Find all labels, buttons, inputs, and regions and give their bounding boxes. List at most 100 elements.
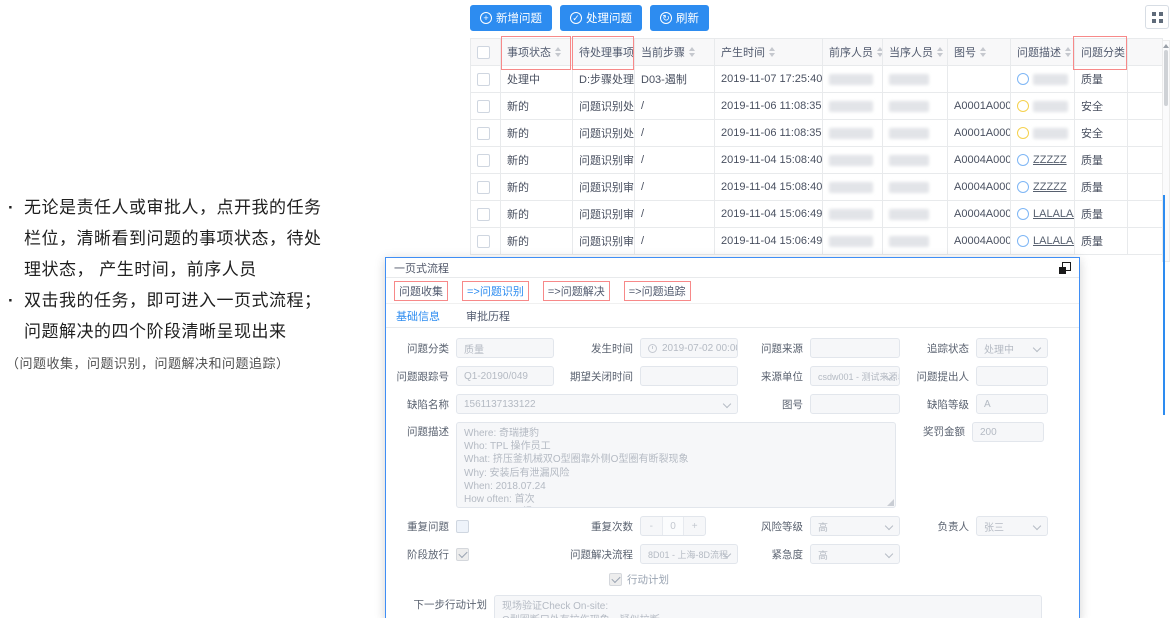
row-checkbox[interactable] xyxy=(477,235,490,248)
note-line: 栏位，清晰看到问题的事项状态，待处 xyxy=(24,223,396,254)
table-row[interactable]: 新的 问题识别审核 / 2019-11-04 15:06:49 A0004A00… xyxy=(471,201,1163,228)
row-checkbox[interactable] xyxy=(477,100,490,113)
desc-link[interactable]: ZZZZZ xyxy=(1033,181,1067,193)
desc-link[interactable]: LALALAAL xyxy=(1033,235,1075,247)
source-unit-select[interactable]: csdw001 - 测试来源单位1 xyxy=(810,366,900,386)
owner-select[interactable]: 张三 xyxy=(976,516,1048,536)
category-cell: 质量 xyxy=(1075,147,1128,174)
table-row[interactable]: 新的 问题识别审核 / 2019-11-04 15:08:40 A0004A00… xyxy=(471,174,1163,201)
sort-icon[interactable] xyxy=(1065,47,1071,57)
problem-desc-cell xyxy=(1011,93,1075,120)
prev-person-cell xyxy=(823,147,883,174)
current-person-cell xyxy=(883,66,948,93)
action-plan-checkbox[interactable] xyxy=(609,573,622,586)
pending-type-cell: 问题识别处理 xyxy=(573,93,635,120)
occur-time-field[interactable]: 2019-07-02 00:00 xyxy=(640,338,738,358)
problem-desc-cell: LALALAAL xyxy=(1011,201,1075,228)
stepper-minus-icon[interactable]: - xyxy=(641,517,662,535)
sort-icon[interactable] xyxy=(689,47,695,57)
select-all-checkbox[interactable] xyxy=(477,46,490,59)
column-header-current-person[interactable]: 当序人员 xyxy=(883,39,948,66)
table-row[interactable]: 新的 问题识别处理 / 2019-11-06 11:08:35 A0001A00… xyxy=(471,120,1163,147)
current-step-cell: / xyxy=(635,93,715,120)
row-checkbox[interactable] xyxy=(477,154,490,167)
subtab-basic-info[interactable]: 基础信息 xyxy=(396,308,440,324)
task-table: 事项状态 待处理事项类.. 当前步骤 产生时间 前序人员 当序人员 图号 问题描… xyxy=(470,38,1163,255)
risk-level-select[interactable]: 高 xyxy=(810,516,900,536)
track-no-field[interactable]: Q1-20190/049 xyxy=(456,366,554,386)
sort-icon[interactable] xyxy=(769,47,775,57)
redacted-text xyxy=(889,128,929,139)
refresh-button[interactable]: ↻ 刷新 xyxy=(650,5,709,31)
urgency-select[interactable]: 高 xyxy=(810,544,900,564)
repeat-count-value: 0 xyxy=(662,517,685,535)
redacted-text xyxy=(889,209,929,220)
solve-process-select[interactable]: 8D01 - 上海-8D流程 xyxy=(640,544,738,564)
restore-window-icon[interactable] xyxy=(1059,262,1071,274)
tab-problem-track[interactable]: =>问题追踪 xyxy=(624,281,691,301)
basic-info-form: 问题分类 质量 发生时间 2019-07-02 00:00 问题来源 追踪状态 … xyxy=(386,328,1079,618)
repeat-count-stepper[interactable]: - 0 + xyxy=(640,516,706,536)
stepper-plus-icon[interactable]: + xyxy=(684,517,705,535)
info-icon xyxy=(1017,181,1029,193)
problem-desc-textarea[interactable]: Where: 奇瑞捷豹 Who: TPL 操作员工 What: 挤压釜机械双O型… xyxy=(456,422,896,508)
process-problem-button[interactable]: ✓ 处理问题 xyxy=(560,5,642,31)
subtab-approval-history[interactable]: 审批历程 xyxy=(466,308,510,324)
defect-name-select[interactable]: 1561137133122 xyxy=(456,394,738,414)
drawing-no-cell: A0004A000 xyxy=(948,147,1011,174)
column-header-prev-person[interactable]: 前序人员 xyxy=(823,39,883,66)
column-header-create-time[interactable]: 产生时间 xyxy=(715,39,823,66)
row-checkbox[interactable] xyxy=(477,208,490,221)
row-checkbox[interactable] xyxy=(477,73,490,86)
current-step-cell: / xyxy=(635,120,715,147)
problem-desc-cell xyxy=(1011,120,1075,147)
dialog-title-bar: 一页式流程 xyxy=(386,258,1079,278)
category-cell: 安全 xyxy=(1075,93,1128,120)
column-header-drawing-no[interactable]: 图号 xyxy=(948,39,1011,66)
drawing-no-field[interactable] xyxy=(810,394,900,414)
sort-icon[interactable] xyxy=(980,47,986,57)
track-status-select[interactable]: 处理中 xyxy=(976,338,1048,358)
proposer-field[interactable] xyxy=(976,366,1048,386)
current-step-cell: / xyxy=(635,201,715,228)
scroll-up-icon[interactable] xyxy=(1163,44,1169,48)
desc-link[interactable]: ZZZZZ xyxy=(1033,154,1067,166)
table-row[interactable]: 新的 问题识别审核 / 2019-11-04 15:06:49 A0004A00… xyxy=(471,228,1163,255)
column-header-current-step[interactable]: 当前步骤 xyxy=(635,39,715,66)
next-action-textarea[interactable]: 现场验证Check On-site: O型圈断口处有拉伤现象，疑似拉断 xyxy=(494,595,1042,618)
row-checkbox[interactable] xyxy=(477,127,490,140)
add-problem-button[interactable]: + 新增问题 xyxy=(470,5,552,31)
reward-amount-field[interactable]: 200 xyxy=(972,422,1044,442)
column-settings-button[interactable] xyxy=(1145,5,1169,29)
redacted-text xyxy=(889,101,929,112)
table-row[interactable]: 新的 问题识别处理 / 2019-11-06 11:08:35 A0001A00… xyxy=(471,93,1163,120)
prev-person-cell xyxy=(823,201,883,228)
table-row[interactable]: 新的 问题识别审核 / 2019-11-04 15:08:40 A0004A00… xyxy=(471,147,1163,174)
problem-category-field[interactable]: 质量 xyxy=(456,338,554,358)
pending-type-cell: 问题识别审核 xyxy=(573,147,635,174)
row-checkbox[interactable] xyxy=(477,181,490,194)
sort-icon[interactable] xyxy=(937,47,943,57)
problem-source-field[interactable] xyxy=(810,338,900,358)
table-row[interactable]: 处理中 D:步骤处理 D03-遏制 2019-11-07 17:25:40 质量 xyxy=(471,66,1163,93)
sort-icon[interactable] xyxy=(555,47,561,57)
column-header-pending-type[interactable]: 待处理事项类.. xyxy=(573,39,635,66)
scrollbar-thumb[interactable] xyxy=(1164,50,1168,106)
sort-icon[interactable] xyxy=(877,47,883,57)
expect-close-time-field[interactable] xyxy=(640,366,738,386)
redacted-text xyxy=(829,101,873,112)
prev-person-cell xyxy=(823,174,883,201)
tab-problem-collect[interactable]: 问题收集 xyxy=(394,281,448,301)
tab-problem-identify[interactable]: =>问题识别 xyxy=(462,281,529,301)
desc-link[interactable]: LALALAAL xyxy=(1033,208,1075,220)
stage-release-checkbox[interactable] xyxy=(456,548,469,561)
tab-problem-solve[interactable]: =>问题解决 xyxy=(543,281,610,301)
column-header-problem-desc[interactable]: 问题描述 xyxy=(1011,39,1075,66)
defect-level-field[interactable]: A xyxy=(976,394,1048,414)
column-header-status[interactable]: 事项状态 xyxy=(501,39,573,66)
field-label: 图号 xyxy=(738,397,810,412)
field-label: 风险等级 xyxy=(738,519,810,534)
category-cell: 质量 xyxy=(1075,66,1128,93)
repeat-problem-checkbox[interactable] xyxy=(456,520,469,533)
redacted-text xyxy=(1033,74,1068,85)
